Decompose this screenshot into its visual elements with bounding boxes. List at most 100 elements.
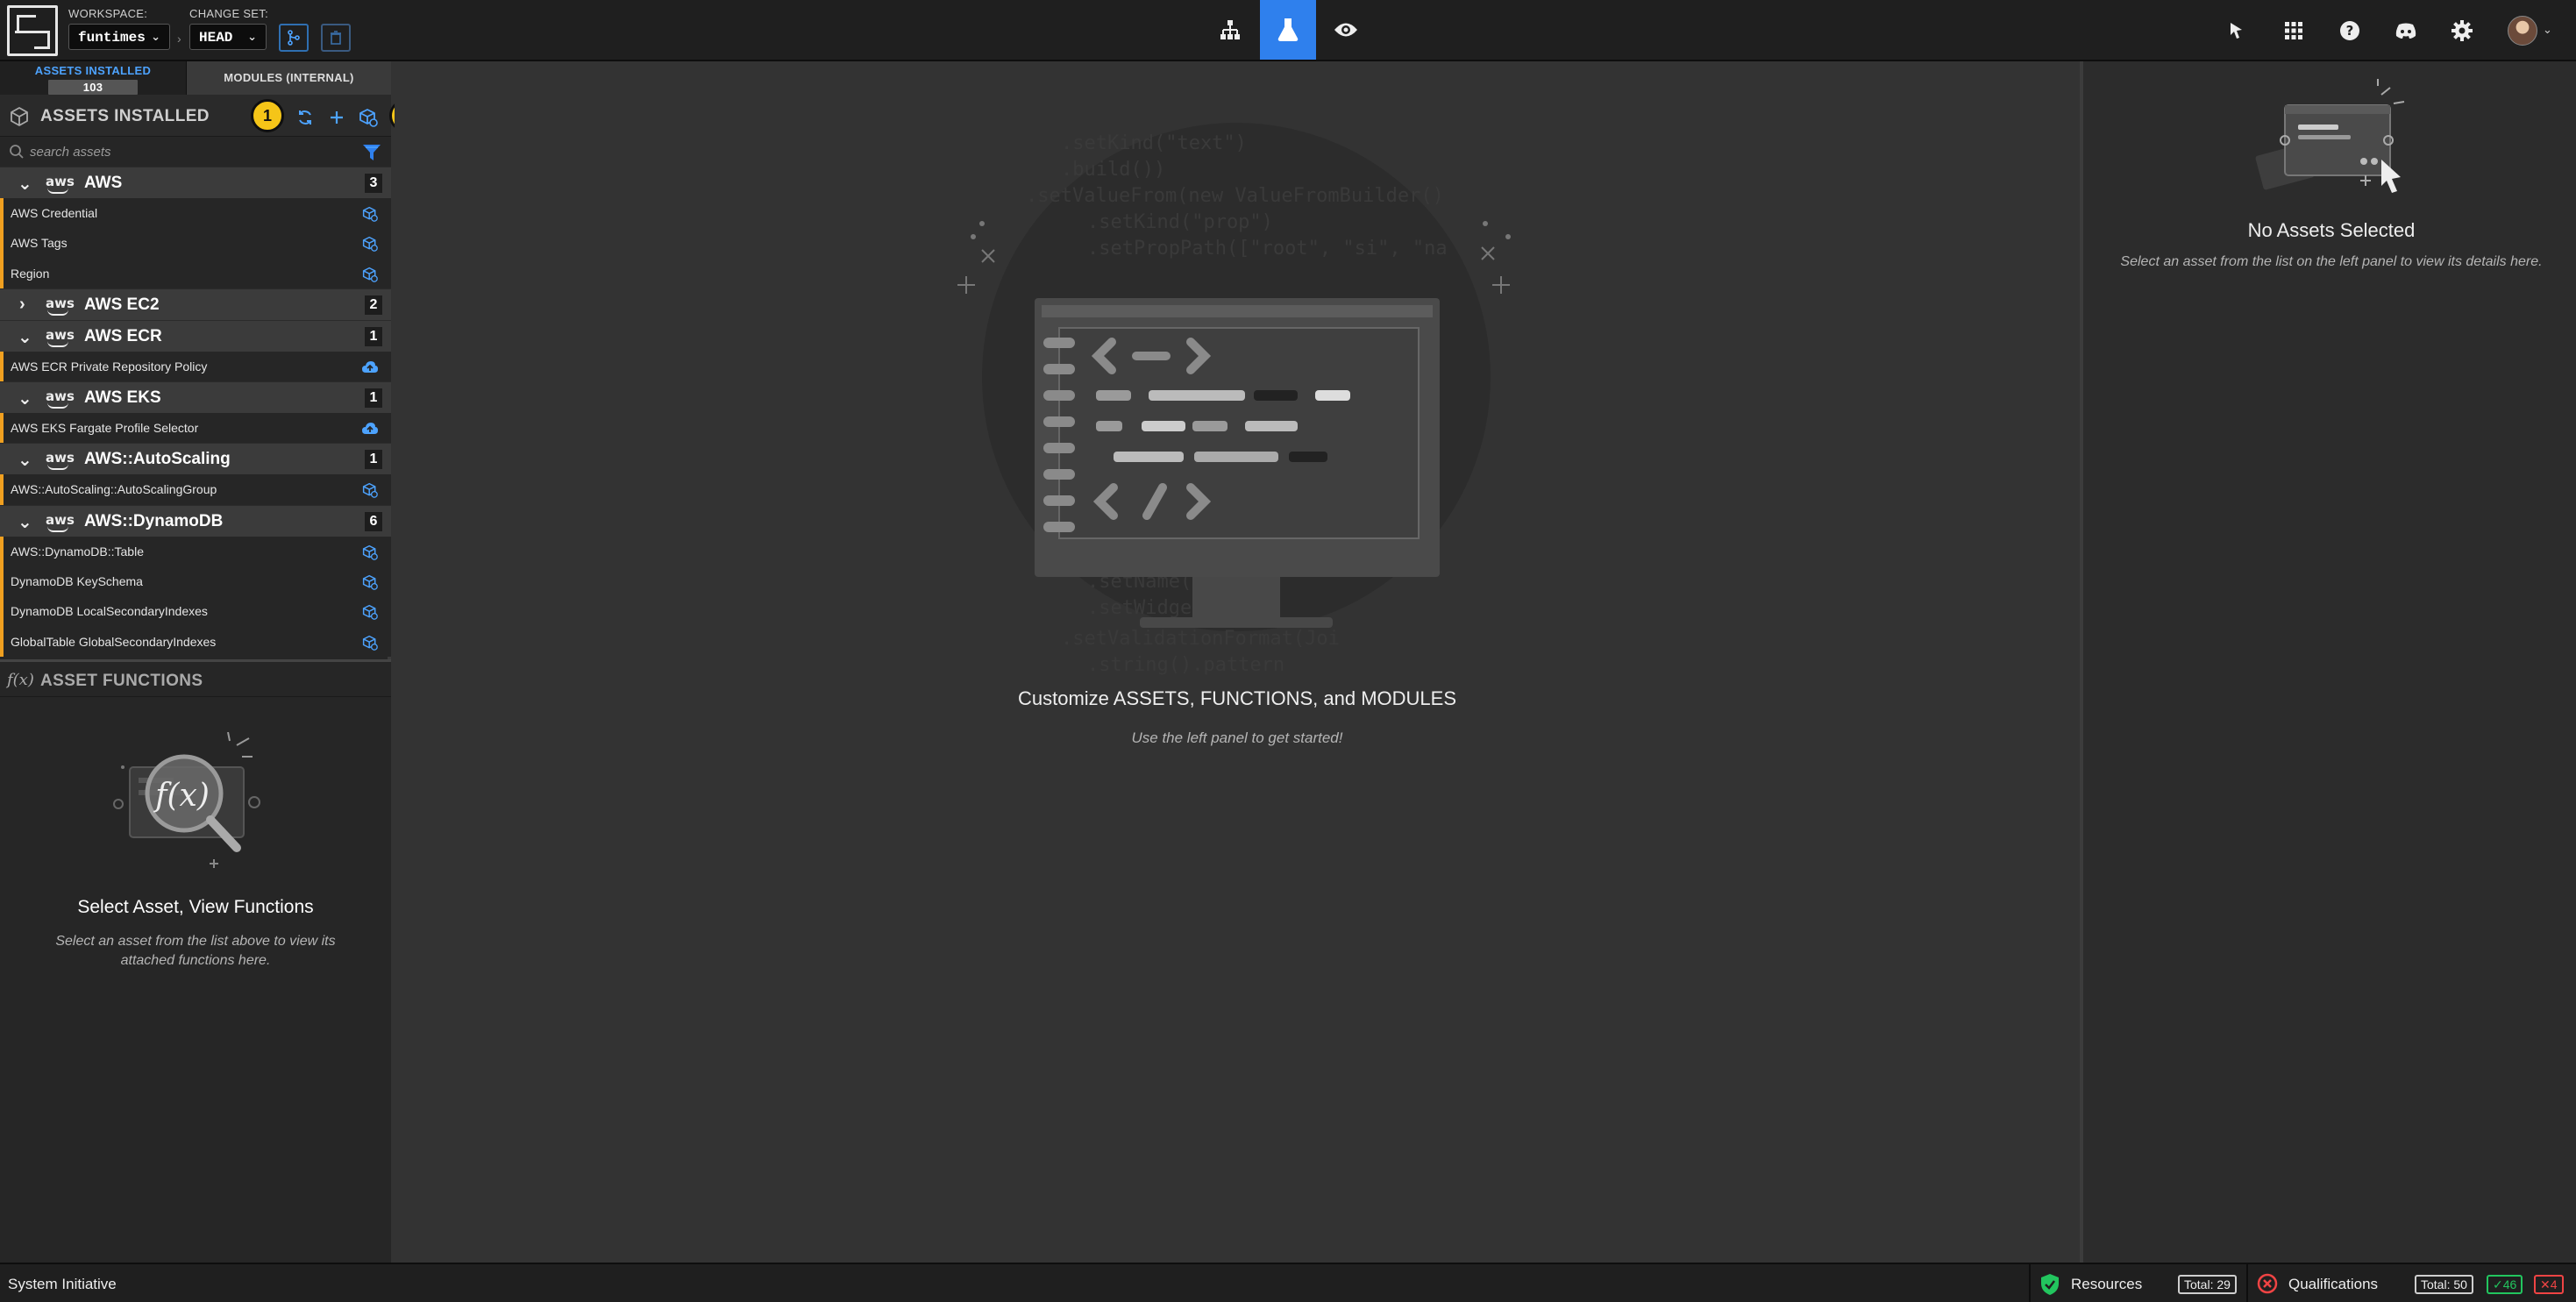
search-input[interactable] (30, 141, 345, 162)
list-item[interactable]: GlobalTable GlobalSecondaryIndexes (0, 626, 391, 657)
model-view-button[interactable] (1202, 0, 1258, 60)
help-icon[interactable]: ? (2336, 17, 2364, 45)
resources-label: Resources (2071, 1276, 2143, 1292)
x-circle-icon (2257, 1273, 2278, 1294)
git-merge-icon (288, 30, 300, 46)
asset-name: AWS::AutoScaling::AutoScalingGroup (11, 482, 217, 497)
category-name: AWS EKS (84, 388, 161, 408)
asset-functions-header: f(x) ASSET FUNCTIONS (0, 662, 391, 697)
svg-text:.setValidationFormat(Joi: .setValidationFormat(Joi (1061, 628, 1340, 650)
list-item[interactable]: Region (0, 258, 391, 288)
category-aws-autoscaling[interactable]: ⌄ aws AWS::AutoScaling 1 (0, 443, 391, 475)
category-aws[interactable]: ⌄ aws AWS 3 (0, 167, 391, 198)
qual-fail-badge: ✕4 (2534, 1275, 2564, 1294)
category-name: AWS::DynamoDB (84, 511, 224, 530)
aws-logo-icon: aws (46, 295, 75, 316)
list-item[interactable]: DynamoDB LocalSecondaryIndexes (0, 596, 391, 627)
list-item[interactable]: AWS Tags (0, 228, 391, 259)
runtime-view-button[interactable] (1318, 0, 1374, 60)
customize-view-button[interactable] (1260, 0, 1316, 60)
workspace-selector[interactable]: funtimes ⌄ (68, 24, 170, 50)
workspace-label: WORKSPACE: (68, 7, 148, 20)
delete-changeset-button[interactable] (321, 24, 351, 52)
asset-name: AWS ECR Private Repository Policy (11, 359, 208, 374)
installed-module-icon (361, 266, 379, 283)
aws-logo-icon: aws (46, 388, 75, 409)
panel-title: ASSETS INSTALLED (40, 107, 210, 125)
avatar[interactable] (2508, 16, 2537, 46)
category-count: 1 (365, 326, 382, 346)
chevron-right-icon: › (177, 32, 181, 46)
cloud-upload-icon (361, 420, 379, 438)
list-item[interactable]: DynamoDB KeySchema (0, 566, 391, 597)
grid-icon[interactable] (2280, 17, 2308, 45)
app-name: System Initiative (8, 1276, 117, 1292)
category-aws-dynamodb[interactable]: ⌄ aws AWS::DynamoDB 6 (0, 504, 391, 537)
refresh-icon[interactable] (295, 107, 316, 128)
merge-changeset-button[interactable] (279, 24, 309, 52)
qual-total-badge: Total: 50 (2415, 1275, 2473, 1294)
category-count: 2 (365, 295, 382, 315)
chevron-down-icon[interactable]: ⌄ (18, 326, 32, 348)
tutorial-badge-1: 1 (251, 99, 284, 132)
assets-header: ASSETS INSTALLED 1 2 (0, 95, 423, 137)
plus-icon[interactable] (326, 107, 347, 128)
chevron-down-icon[interactable]: ⌄ (18, 173, 32, 195)
list-item[interactable]: AWS ECR Private Repository Policy (0, 351, 391, 382)
discord-icon[interactable] (2392, 17, 2420, 45)
shield-check-icon (2041, 1274, 2059, 1295)
asset-name: Region (11, 266, 50, 281)
asset-name: AWS::DynamoDB::Table (11, 544, 144, 559)
functions-empty-heading: Select Asset, View Functions (77, 897, 314, 917)
chevron-right-icon[interactable]: › (19, 295, 25, 315)
search-row (0, 137, 391, 167)
category-count: 6 (365, 511, 382, 531)
svg-text:.setPropPath(["root", "si", "n: .setPropPath(["root", "si", "na (1087, 238, 1448, 260)
gear-icon[interactable] (2448, 17, 2476, 45)
list-item[interactable]: AWS EKS Fargate Profile Selector (0, 413, 391, 444)
category-name: AWS (84, 174, 123, 192)
center-panel: .setKind("text") .build()) .setValueFrom… (395, 61, 2080, 1263)
logo-icon[interactable] (7, 5, 58, 56)
category-count: 3 (365, 174, 382, 193)
svg-text:.setValueFrom(new ValueFromBui: .setValueFrom(new ValueFromBuilder() (1026, 185, 1444, 207)
installed-module-icon (361, 205, 379, 223)
installed-module-icon (361, 235, 379, 253)
category-aws-ec2[interactable]: › aws AWS EC2 2 (0, 288, 391, 320)
chevron-down-icon[interactable]: ⌄ (18, 388, 32, 409)
chevron-down-icon: ⌄ (151, 31, 160, 44)
function-icon: f(x) (7, 671, 34, 689)
asset-name: DynamoDB KeySchema (11, 574, 143, 589)
installed-module-icon (361, 481, 379, 499)
tab-modules-internal[interactable]: MODULES (INTERNAL) (186, 61, 391, 95)
category-count: 1 (365, 450, 382, 470)
filter-icon[interactable] (361, 142, 382, 163)
customize-heading: Customize ASSETS, FUNCTIONS, and MODULES (1017, 687, 1457, 709)
qualifications-label: Qualifications (2288, 1276, 2379, 1292)
svg-text:.setKind("prop"): .setKind("prop") (1087, 211, 1273, 233)
asset-card-cursor-illustration-icon (2255, 79, 2405, 193)
install-module-icon[interactable] (358, 107, 379, 128)
chevron-down-icon[interactable]: ⌄ (2543, 23, 2552, 37)
installed-module-icon (361, 544, 379, 561)
category-aws-eks[interactable]: ⌄ aws AWS EKS 1 (0, 381, 391, 414)
tab-assets-installed[interactable]: ASSETS INSTALLED 103 (0, 61, 186, 95)
installed-module-icon (361, 603, 379, 621)
asset-name: DynamoDB LocalSecondaryIndexes (11, 604, 208, 619)
list-item[interactable]: AWS Credential (0, 198, 391, 229)
magnifier-function-illustration-icon: f(x) (113, 732, 260, 868)
changeset-selector[interactable]: HEAD ⌄ (189, 24, 267, 50)
asset-name: AWS EKS Fargate Profile Selector (11, 421, 199, 436)
svg-text:.string().pattern: .string().pattern (1087, 654, 1284, 676)
list-item[interactable]: AWS::AutoScaling::AutoScalingGroup (0, 474, 391, 505)
category-aws-ecr[interactable]: ⌄ aws AWS ECR 1 (0, 319, 391, 352)
status-bar: System Initiative Resources Total: 29 Qu… (0, 1263, 2576, 1302)
chevron-down-icon[interactable]: ⌄ (18, 449, 32, 471)
category-name: AWS::AutoScaling (84, 450, 231, 469)
left-panel: ASSETS INSTALLED 103 MODULES (INTERNAL) … (0, 61, 423, 1263)
cursor-icon[interactable] (2223, 17, 2251, 45)
installed-module-icon (361, 573, 379, 591)
asset-name: AWS Tags (11, 236, 68, 251)
list-item[interactable]: AWS::DynamoDB::Table (0, 536, 391, 567)
chevron-down-icon[interactable]: ⌄ (18, 511, 32, 533)
